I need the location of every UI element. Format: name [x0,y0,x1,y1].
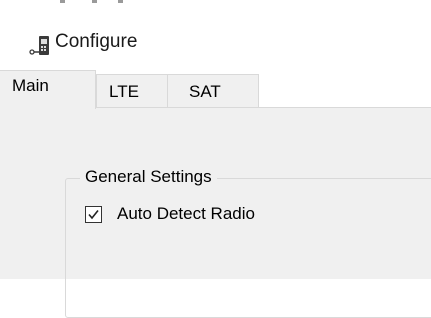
tab-label: LTE [109,82,139,101]
tab-strip: Main LTE SAT [0,70,431,109]
tab-sat[interactable]: SAT [167,74,259,108]
tab-lte[interactable]: LTE [96,74,168,108]
edge-mark [118,0,123,3]
edge-mark [92,0,97,3]
checkmark-icon [88,210,99,220]
radio-device-icon [29,35,53,57]
window-title: Configure [55,31,138,52]
tab-label: SAT [189,82,221,101]
auto-detect-radio-checkbox[interactable] [85,206,102,223]
tab-main[interactable]: Main [0,70,96,109]
top-edge-strip [0,0,431,10]
auto-detect-radio-label[interactable]: Auto Detect Radio [117,203,255,225]
edge-mark [60,0,65,3]
window-titlebar[interactable]: Configure [0,10,431,68]
group-title: General Settings [80,166,217,188]
tab-label: Main [12,76,49,95]
general-settings-group [65,178,431,318]
